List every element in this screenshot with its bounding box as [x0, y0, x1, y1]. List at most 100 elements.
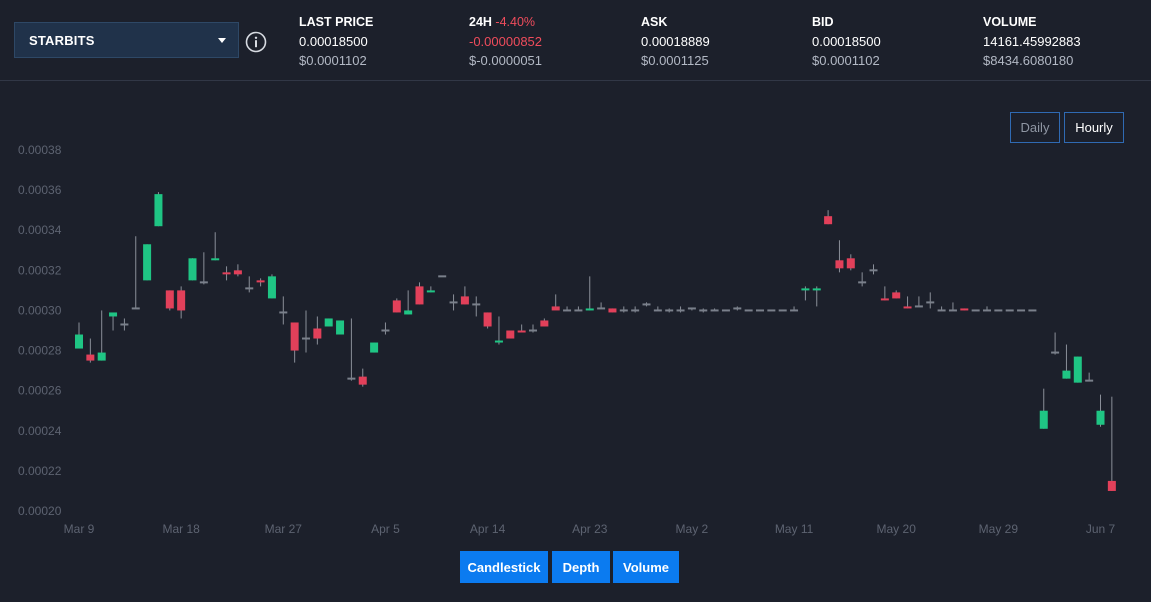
candle-body	[994, 309, 1003, 312]
candle	[279, 296, 288, 325]
candle-body	[75, 334, 83, 349]
candle-body	[880, 298, 889, 301]
y-tick-label: 0.00036	[18, 183, 62, 197]
candle	[233, 264, 242, 277]
x-tick-label: Mar 27	[265, 522, 303, 536]
candle-body	[608, 308, 617, 313]
candle-body	[381, 329, 390, 332]
candle	[506, 330, 515, 339]
candle-body	[1096, 410, 1105, 425]
candle-body	[835, 260, 844, 269]
candle-body	[824, 216, 833, 225]
candle	[222, 266, 231, 281]
candle-body	[109, 312, 118, 317]
candle-body	[846, 258, 855, 269]
candle-body	[597, 307, 606, 310]
candle-body	[869, 269, 878, 272]
candle	[619, 306, 628, 313]
candle	[960, 308, 969, 311]
candle-body	[756, 309, 764, 312]
candle-body	[302, 337, 310, 340]
candle	[1017, 309, 1026, 312]
candle-body	[540, 320, 549, 327]
candle-body	[676, 309, 685, 312]
candle	[324, 318, 333, 327]
candle	[313, 316, 322, 345]
candle	[336, 320, 345, 335]
candle-body	[370, 342, 379, 353]
candle	[903, 296, 912, 309]
candle-body	[1039, 410, 1048, 429]
y-tick-label: 0.00034	[18, 223, 62, 237]
candle-body	[903, 306, 912, 309]
candle	[1005, 309, 1014, 312]
candle	[608, 308, 617, 313]
candle	[1107, 396, 1116, 491]
y-tick-label: 0.00038	[18, 143, 62, 157]
candle-body	[948, 309, 957, 312]
candle	[256, 278, 265, 287]
candle-body	[574, 309, 583, 312]
candle-body	[131, 307, 140, 310]
candle-body	[631, 309, 640, 312]
candle-body	[914, 305, 923, 308]
candle	[824, 210, 833, 225]
candle-body	[438, 275, 447, 278]
x-tick-label: Mar 9	[64, 522, 95, 536]
y-tick-label: 0.00020	[18, 504, 62, 518]
candle-body	[120, 323, 129, 326]
candle-body	[177, 290, 186, 311]
volume-button[interactable]: Volume	[613, 551, 679, 583]
candle	[778, 309, 787, 312]
candle	[494, 316, 503, 345]
candle-body	[494, 340, 503, 343]
x-tick-label: May 29	[979, 522, 1019, 536]
candle-body	[290, 322, 299, 351]
candle-body	[937, 309, 946, 312]
candle	[699, 308, 708, 313]
candle	[574, 306, 583, 312]
candlestick-button[interactable]: Candlestick	[460, 551, 548, 583]
candle	[165, 290, 174, 311]
candle	[143, 244, 152, 281]
candle-body	[188, 258, 197, 281]
candle-body	[642, 303, 651, 306]
candle-body	[426, 290, 435, 293]
candle-body	[812, 288, 821, 291]
candle-body	[199, 281, 208, 284]
candle-body	[619, 309, 628, 312]
candle-body	[563, 309, 572, 312]
candle-body	[472, 303, 481, 306]
candle	[347, 318, 356, 381]
candle	[790, 306, 799, 312]
candle	[1062, 344, 1071, 379]
candle	[631, 306, 640, 313]
candle	[994, 309, 1003, 312]
candle	[858, 272, 867, 287]
candle	[415, 282, 424, 305]
candle-body	[460, 296, 469, 305]
candle-body	[267, 276, 276, 299]
candle	[665, 308, 674, 313]
depth-button[interactable]: Depth	[552, 551, 610, 583]
x-tick-label: May 2	[676, 522, 709, 536]
candle	[483, 312, 492, 329]
candle-body	[1062, 370, 1071, 379]
candle-body	[392, 300, 401, 313]
candle-body	[744, 309, 753, 312]
candle-body	[143, 244, 152, 281]
candle	[1028, 309, 1037, 312]
candle	[188, 258, 197, 281]
candle	[438, 275, 447, 278]
candle	[540, 318, 549, 327]
candle	[449, 294, 458, 311]
candle	[302, 310, 310, 353]
candle-body	[165, 290, 174, 309]
candle-body	[529, 329, 537, 332]
candle	[733, 306, 742, 311]
candle	[744, 309, 753, 312]
y-tick-label: 0.00028	[18, 344, 62, 358]
candle-body	[653, 309, 662, 312]
candle-body	[336, 320, 345, 335]
candle	[642, 302, 651, 307]
